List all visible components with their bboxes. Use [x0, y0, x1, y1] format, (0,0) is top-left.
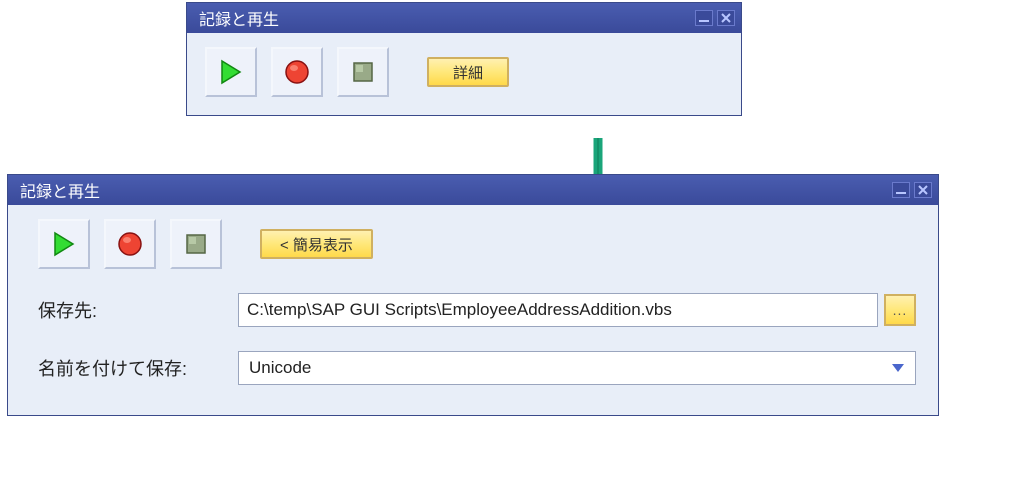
play-button[interactable]: [38, 219, 90, 269]
simple-view-button[interactable]: < 簡易表示: [260, 229, 373, 259]
save-to-label: 保存先:: [38, 297, 238, 323]
window-title: 記録と再生: [20, 178, 892, 202]
play-button[interactable]: [205, 47, 257, 97]
save-as-value: Unicode: [249, 358, 311, 378]
title-controls: [892, 182, 932, 198]
minimize-button[interactable]: [892, 182, 910, 198]
save-as-dropdown[interactable]: Unicode: [238, 351, 916, 385]
save-to-input[interactable]: [238, 293, 878, 327]
details-button-label: 詳細: [453, 62, 483, 83]
record-icon: [117, 231, 143, 257]
record-playback-window-compact: 記録と再生 詳細: [186, 2, 742, 116]
record-playback-window-expanded: 記録と再生 < 簡易表示: [7, 174, 939, 416]
record-button[interactable]: [104, 219, 156, 269]
chevron-down-icon: [891, 363, 905, 373]
simple-view-button-label: < 簡易表示: [280, 234, 353, 255]
toolbar: < 簡易表示: [38, 219, 916, 269]
stop-button[interactable]: [337, 47, 389, 97]
stop-button[interactable]: [170, 219, 222, 269]
toolbar: 詳細: [205, 47, 723, 97]
save-as-row: 名前を付けて保存: Unicode: [38, 351, 916, 385]
save-as-label: 名前を付けて保存:: [38, 355, 238, 381]
window-body: < 簡易表示 保存先: ... 名前を付けて保存: Unicode: [8, 205, 938, 415]
record-button[interactable]: [271, 47, 323, 97]
form-area: 保存先: ... 名前を付けて保存: Unicode: [38, 293, 916, 385]
record-icon: [284, 59, 310, 85]
window-title: 記録と再生: [199, 6, 695, 30]
window-body: 詳細: [187, 33, 741, 115]
stop-icon: [184, 232, 208, 256]
minimize-button[interactable]: [695, 10, 713, 26]
browse-button[interactable]: ...: [884, 294, 916, 326]
titlebar[interactable]: 記録と再生: [8, 175, 938, 205]
close-button[interactable]: [717, 10, 735, 26]
browse-button-label: ...: [893, 302, 908, 318]
close-button[interactable]: [914, 182, 932, 198]
play-icon: [53, 231, 75, 257]
stop-icon: [351, 60, 375, 84]
save-to-row: 保存先: ...: [38, 293, 916, 327]
title-controls: [695, 10, 735, 26]
play-icon: [220, 59, 242, 85]
details-button[interactable]: 詳細: [427, 57, 509, 87]
titlebar[interactable]: 記録と再生: [187, 3, 741, 33]
